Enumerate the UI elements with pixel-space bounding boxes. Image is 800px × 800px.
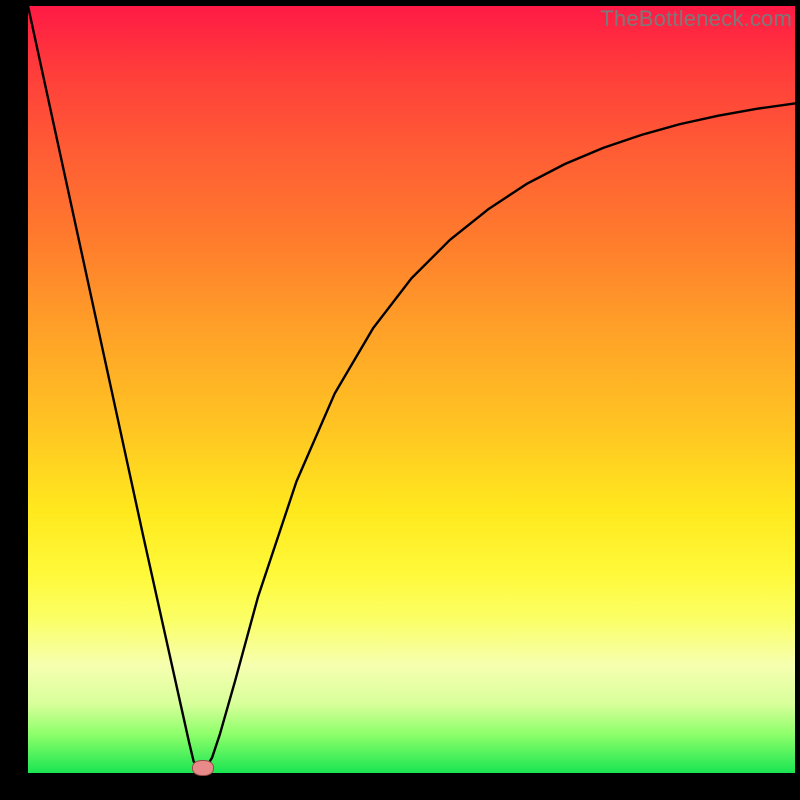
curve-svg [28, 6, 795, 773]
attribution-text: TheBottleneck.com [600, 6, 792, 32]
plot-area [28, 6, 795, 773]
bottleneck-curve [28, 6, 795, 773]
chart-frame: TheBottleneck.com [0, 0, 800, 800]
minimum-marker [192, 760, 214, 776]
